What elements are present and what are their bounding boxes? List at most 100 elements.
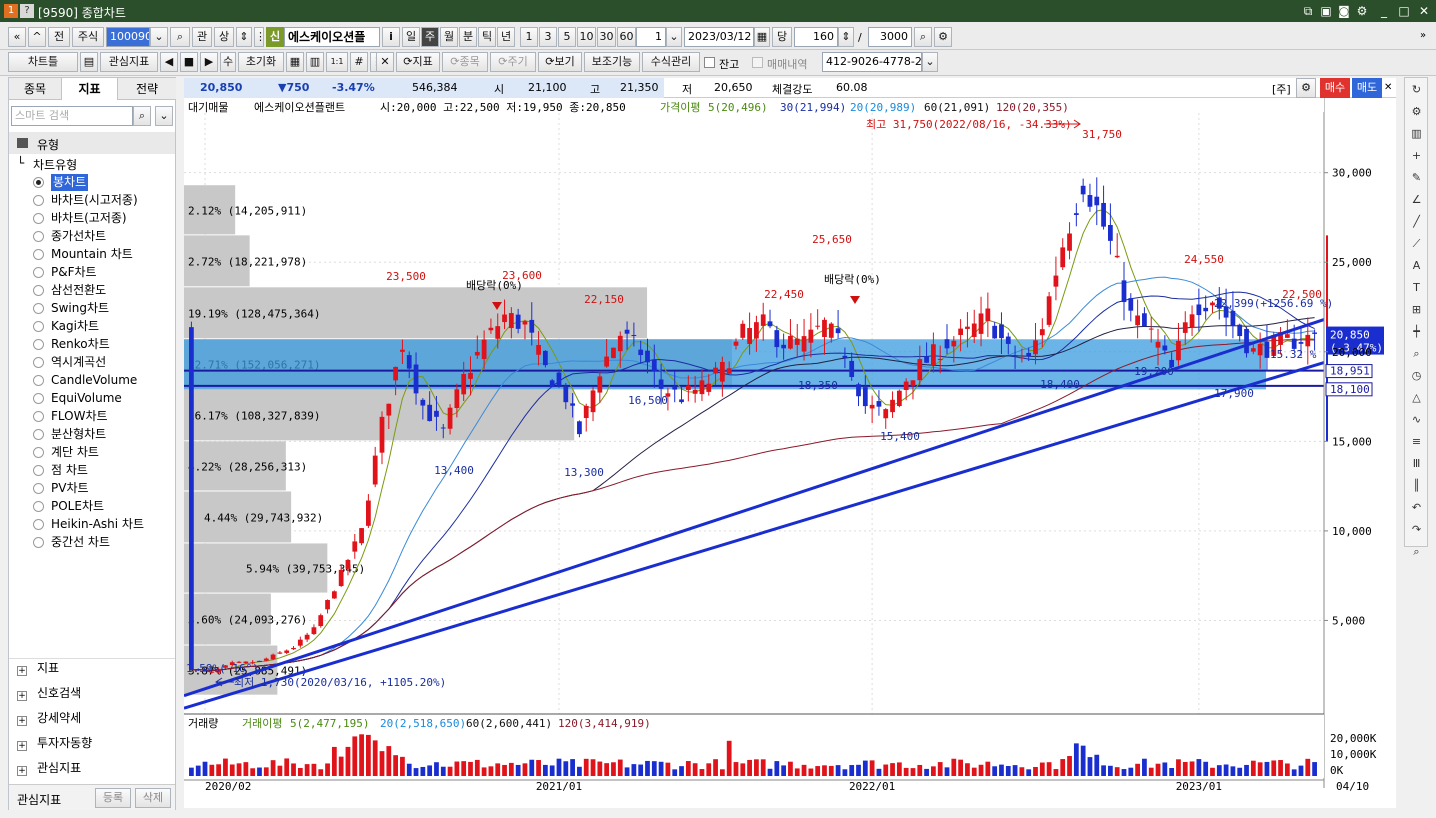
- minute-button-3[interactable]: 10: [577, 27, 596, 47]
- balance-checkbox[interactable]: [704, 57, 715, 68]
- radio-icon[interactable]: [33, 249, 44, 260]
- play-icon[interactable]: ▶: [200, 52, 218, 72]
- help-icon[interactable]: ?: [20, 4, 34, 18]
- period-button-3[interactable]: 분: [459, 27, 477, 47]
- measure-icon[interactable]: ◷: [1409, 368, 1424, 383]
- count-spin-icon[interactable]: ⇕: [838, 27, 854, 47]
- buy-button[interactable]: 매수: [1320, 78, 1350, 98]
- angle-icon[interactable]: ∠: [1409, 192, 1424, 207]
- radio-icon[interactable]: [33, 447, 44, 458]
- section-item[interactable]: + 투자자동향: [17, 734, 92, 752]
- chart-svg[interactable]: 2.12% (14,205,911) 2.72% (18,221,978) 19.1…: [183, 98, 1396, 808]
- minute-button-5[interactable]: 60: [617, 27, 636, 47]
- chart-type-item[interactable]: CandleVolume: [51, 372, 137, 389]
- camera-icon[interactable]: ◙: [1336, 3, 1352, 19]
- radio-icon[interactable]: [33, 501, 44, 512]
- chart-area[interactable]: 2.12% (14,205,911) 2.72% (18,221,978) 19.1…: [183, 98, 1396, 808]
- date-input[interactable]: 2023/03/12: [684, 27, 754, 47]
- upper-button[interactable]: 상: [214, 27, 234, 47]
- radio-icon[interactable]: [33, 195, 44, 206]
- settings-icon[interactable]: ⚙: [1354, 3, 1370, 19]
- ratio-icon[interactable]: 1:1: [326, 52, 348, 72]
- chevron-down-icon[interactable]: ⌄: [155, 106, 173, 126]
- interest-button[interactable]: 관: [192, 27, 212, 47]
- gear-icon[interactable]: ⚙: [1296, 78, 1316, 98]
- radio-icon[interactable]: [33, 213, 44, 224]
- minute-button-4[interactable]: 30: [597, 27, 616, 47]
- reset-button[interactable]: 초기화: [238, 52, 284, 72]
- pencil-icon[interactable]: ✎: [1409, 170, 1424, 185]
- minute-button-0[interactable]: 1: [520, 27, 538, 47]
- bar-chart-icon[interactable]: ▥: [1409, 126, 1424, 141]
- chart-type-item[interactable]: 바차트(고저종): [51, 210, 127, 227]
- indicator-button[interactable]: ⟳지표: [396, 52, 440, 72]
- radio-icon[interactable]: [33, 465, 44, 476]
- chart-type-item[interactable]: 분산형차트: [51, 426, 106, 443]
- chart-type-item[interactable]: Mountain 차트: [51, 246, 133, 263]
- stock-name-field[interactable]: 에스케이오션플: [284, 27, 380, 47]
- expand-icon[interactable]: »: [1420, 30, 1426, 41]
- prev-button[interactable]: 전: [48, 27, 70, 47]
- ray-icon[interactable]: ⟋: [1409, 236, 1424, 251]
- chart-frame-button[interactable]: 차트틀: [8, 52, 78, 72]
- search-icon[interactable]: ⌕: [170, 27, 190, 47]
- fib-time-icon[interactable]: ≡: [1409, 434, 1424, 449]
- radio-icon[interactable]: [33, 303, 44, 314]
- code-dropdown-icon[interactable]: ⌄: [150, 27, 168, 47]
- tab-indicator[interactable]: 지표: [62, 78, 118, 100]
- current-button[interactable]: 당: [772, 27, 792, 47]
- minute-button-2[interactable]: 5: [558, 27, 576, 47]
- chart-type-item[interactable]: Renko차트: [51, 336, 110, 353]
- market-type-button[interactable]: 주식: [72, 27, 104, 47]
- chart-type-item[interactable]: Heikin-Ashi 차트: [51, 516, 144, 533]
- period-button-1[interactable]: 주: [421, 27, 439, 47]
- delete-button[interactable]: 삭제: [135, 788, 171, 808]
- stock-code-input[interactable]: 100090: [106, 27, 150, 47]
- radio-icon[interactable]: [33, 519, 44, 530]
- search-icon[interactable]: ⌕: [1409, 544, 1424, 559]
- radio-icon[interactable]: [33, 429, 44, 440]
- max-count-input[interactable]: 3000: [868, 27, 912, 47]
- expand-icon[interactable]: +: [17, 691, 27, 701]
- zoom-icon[interactable]: ⌕: [1409, 346, 1424, 361]
- chart-type-item[interactable]: P&F차트: [51, 264, 97, 281]
- text-icon[interactable]: T: [1409, 280, 1424, 295]
- account-select[interactable]: 412-9026-4778-2: [822, 52, 922, 72]
- interval-input[interactable]: 1: [636, 27, 666, 47]
- number-button[interactable]: 수: [220, 52, 236, 72]
- account-dropdown-icon[interactable]: ⌄: [922, 52, 938, 72]
- chart-type-item[interactable]: PV차트: [51, 480, 89, 497]
- layout-icon[interactable]: ▥: [306, 52, 324, 72]
- minute-button-1[interactable]: 3: [539, 27, 557, 47]
- group-header[interactable]: 유형: [9, 132, 175, 154]
- radio-icon[interactable]: [33, 375, 44, 386]
- radio-icon[interactable]: [33, 411, 44, 422]
- period-button[interactable]: ⟳주기: [490, 52, 536, 72]
- gear-icon[interactable]: ⚙: [1409, 104, 1424, 119]
- grid-icon[interactable]: ▦: [286, 52, 304, 72]
- view-button[interactable]: ⟳보기: [538, 52, 582, 72]
- radio-icon[interactable]: [33, 177, 44, 188]
- sell-button[interactable]: 매도: [1352, 78, 1382, 98]
- aux-function-button[interactable]: 보조기능: [584, 52, 640, 72]
- section-item[interactable]: + 관심지표: [17, 759, 81, 777]
- period-button-2[interactable]: 월: [440, 27, 458, 47]
- crosshair-icon[interactable]: +: [1409, 148, 1424, 163]
- close-icon[interactable]: ✕: [1384, 82, 1392, 93]
- spin-icon[interactable]: ⇕: [236, 27, 252, 47]
- period-button-0[interactable]: 일: [402, 27, 420, 47]
- first-icon[interactable]: «: [8, 27, 26, 47]
- period-button-4[interactable]: 틱: [478, 27, 496, 47]
- interval-dropdown-icon[interactable]: ⌄: [666, 27, 682, 47]
- auto-icon[interactable]: A: [1409, 258, 1424, 273]
- stock-button[interactable]: ⟳종목: [442, 52, 488, 72]
- radio-icon[interactable]: [33, 285, 44, 296]
- minimize-icon[interactable]: _: [1376, 3, 1392, 19]
- trade-history-checkbox[interactable]: [752, 57, 763, 68]
- expand-icon[interactable]: +: [17, 666, 27, 676]
- chart-type-item[interactable]: 종가선차트: [51, 228, 106, 245]
- interest-indicator-button[interactable]: 관심지표: [100, 52, 158, 72]
- chart-type-item[interactable]: 계단 차트: [51, 444, 99, 461]
- chart-type-item[interactable]: FLOW차트: [51, 408, 108, 425]
- tab-stock[interactable]: 종목: [9, 78, 62, 100]
